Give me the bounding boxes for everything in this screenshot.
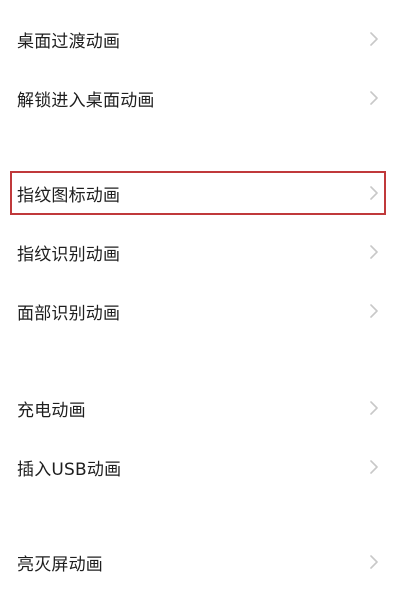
chevron-right-icon <box>368 302 380 320</box>
list-item-label: 亮灭屏动画 <box>17 554 103 575</box>
list-item-charging-animation[interactable]: 充电动画 <box>0 385 400 431</box>
list-item-label: 插入USB动画 <box>17 459 122 480</box>
list-item-unlock-enter-desktop-animation[interactable]: 解锁进入桌面动画 <box>0 75 400 121</box>
list-item-label: 解锁进入桌面动画 <box>17 90 155 111</box>
chevron-right-icon <box>368 89 380 107</box>
list-item-label: 指纹图标动画 <box>17 185 121 206</box>
chevron-right-icon <box>368 399 380 417</box>
list-item-label: 充电动画 <box>17 400 86 421</box>
list-item-screen-on-off-animation[interactable]: 亮灭屏动画 <box>0 539 400 585</box>
list-item-usb-insert-animation[interactable]: 插入USB动画 <box>0 444 400 490</box>
chevron-right-icon <box>368 184 380 202</box>
animation-settings-list: 桌面过渡动画 解锁进入桌面动画 指纹图标动画 指纹识别动画 面部识别动画 充电动… <box>0 0 400 608</box>
list-item-desktop-transition-animation[interactable]: 桌面过渡动画 <box>0 16 400 62</box>
chevron-right-icon <box>368 553 380 571</box>
list-item-face-recognition-animation[interactable]: 面部识别动画 <box>0 288 400 334</box>
list-item-fingerprint-icon-animation[interactable]: 指纹图标动画 <box>0 170 400 216</box>
chevron-right-icon <box>368 243 380 261</box>
list-item-fingerprint-recognition-animation[interactable]: 指纹识别动画 <box>0 229 400 275</box>
list-item-label: 桌面过渡动画 <box>17 31 121 52</box>
list-item-label: 面部识别动画 <box>17 303 121 324</box>
chevron-right-icon <box>368 30 380 48</box>
chevron-right-icon <box>368 458 380 476</box>
list-item-label: 指纹识别动画 <box>17 244 121 265</box>
